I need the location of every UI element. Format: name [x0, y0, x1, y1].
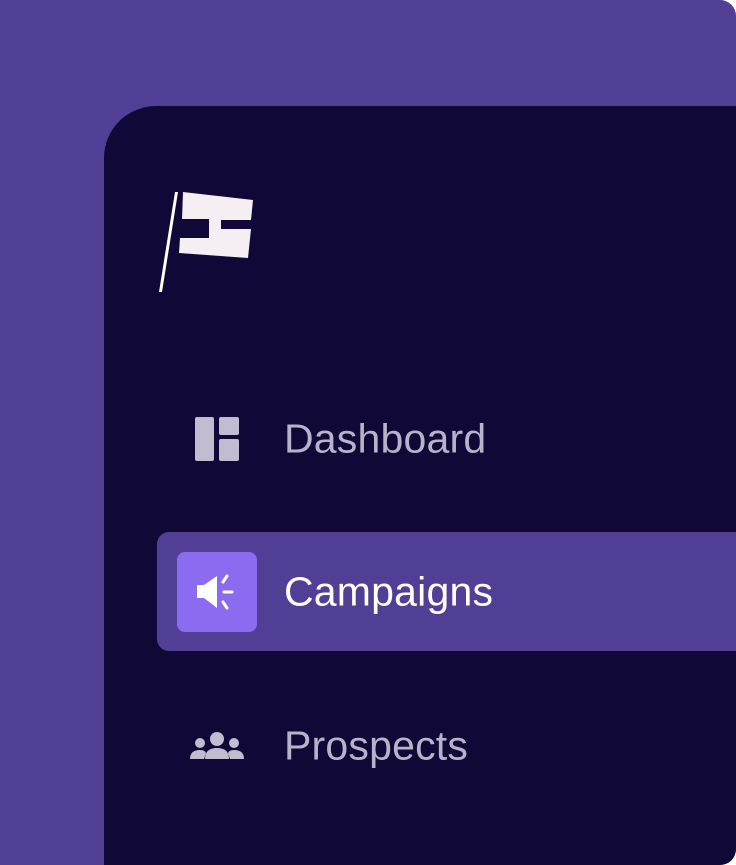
sidebar-item-label: Prospects — [284, 722, 469, 768]
flag-logo-icon[interactable] — [158, 192, 258, 296]
sidebar-item-dashboard[interactable]: Dashboard — [157, 379, 736, 498]
megaphone-icon — [177, 551, 257, 632]
sidebar-item-label: Dashboard — [284, 415, 487, 461]
sidebar-item-prospects[interactable]: Prospects — [157, 686, 736, 805]
sidebar: Dashboard Campaigns Prospects — [104, 106, 736, 865]
sidebar-item-campaigns[interactable]: Campaigns — [157, 532, 736, 651]
people-icon — [177, 706, 257, 786]
app-frame: Dashboard Campaigns Prospects — [0, 0, 736, 865]
sidebar-item-label: Campaigns — [284, 568, 494, 614]
dashboard-icon — [177, 399, 257, 479]
